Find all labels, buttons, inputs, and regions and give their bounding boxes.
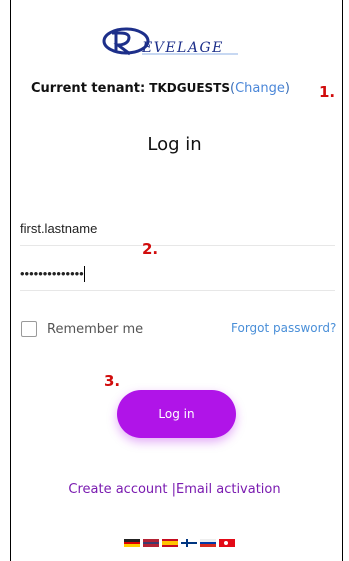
spanish-flag-icon[interactable] — [162, 539, 178, 547]
finnish-flag-icon[interactable] — [181, 539, 197, 547]
remember-me[interactable]: Remember me — [21, 321, 143, 337]
annotation-3: 3. — [104, 372, 121, 390]
tenant-name: TKDGUESTS — [149, 81, 231, 95]
logo-text: EVELAGE — [142, 40, 224, 56]
text-cursor — [84, 266, 85, 282]
username-field[interactable] — [20, 212, 335, 246]
remember-me-label: Remember me — [47, 321, 144, 337]
turkish-flag-icon[interactable] — [219, 539, 235, 547]
annotation-1: 1. — [319, 83, 336, 101]
create-account-link[interactable]: Create account — [68, 482, 167, 497]
german-flag-icon[interactable] — [124, 539, 140, 548]
language-selector — [124, 539, 235, 548]
remember-me-checkbox[interactable] — [21, 321, 37, 337]
password-field[interactable] — [20, 257, 335, 291]
page-title: Log in — [147, 134, 202, 155]
logo: EVELAGE — [98, 24, 248, 58]
current-tenant: Current tenant: TKDGUESTS(Change) — [31, 81, 290, 96]
russian-flag-icon[interactable] — [200, 539, 216, 548]
annotation-2: 2. — [142, 240, 159, 258]
change-tenant-link[interactable]: Change — [235, 81, 285, 96]
forgot-password-link[interactable]: Forgot password? — [231, 321, 336, 335]
tenant-label: Current tenant: — [31, 81, 146, 96]
email-activation-link[interactable]: Email activation — [176, 482, 281, 497]
login-button[interactable]: Log in — [117, 390, 236, 438]
tenant-paren-close: ) — [284, 81, 290, 96]
footer-links: Create account |Email activation — [0, 482, 349, 497]
us-flag-icon[interactable] — [143, 539, 159, 548]
